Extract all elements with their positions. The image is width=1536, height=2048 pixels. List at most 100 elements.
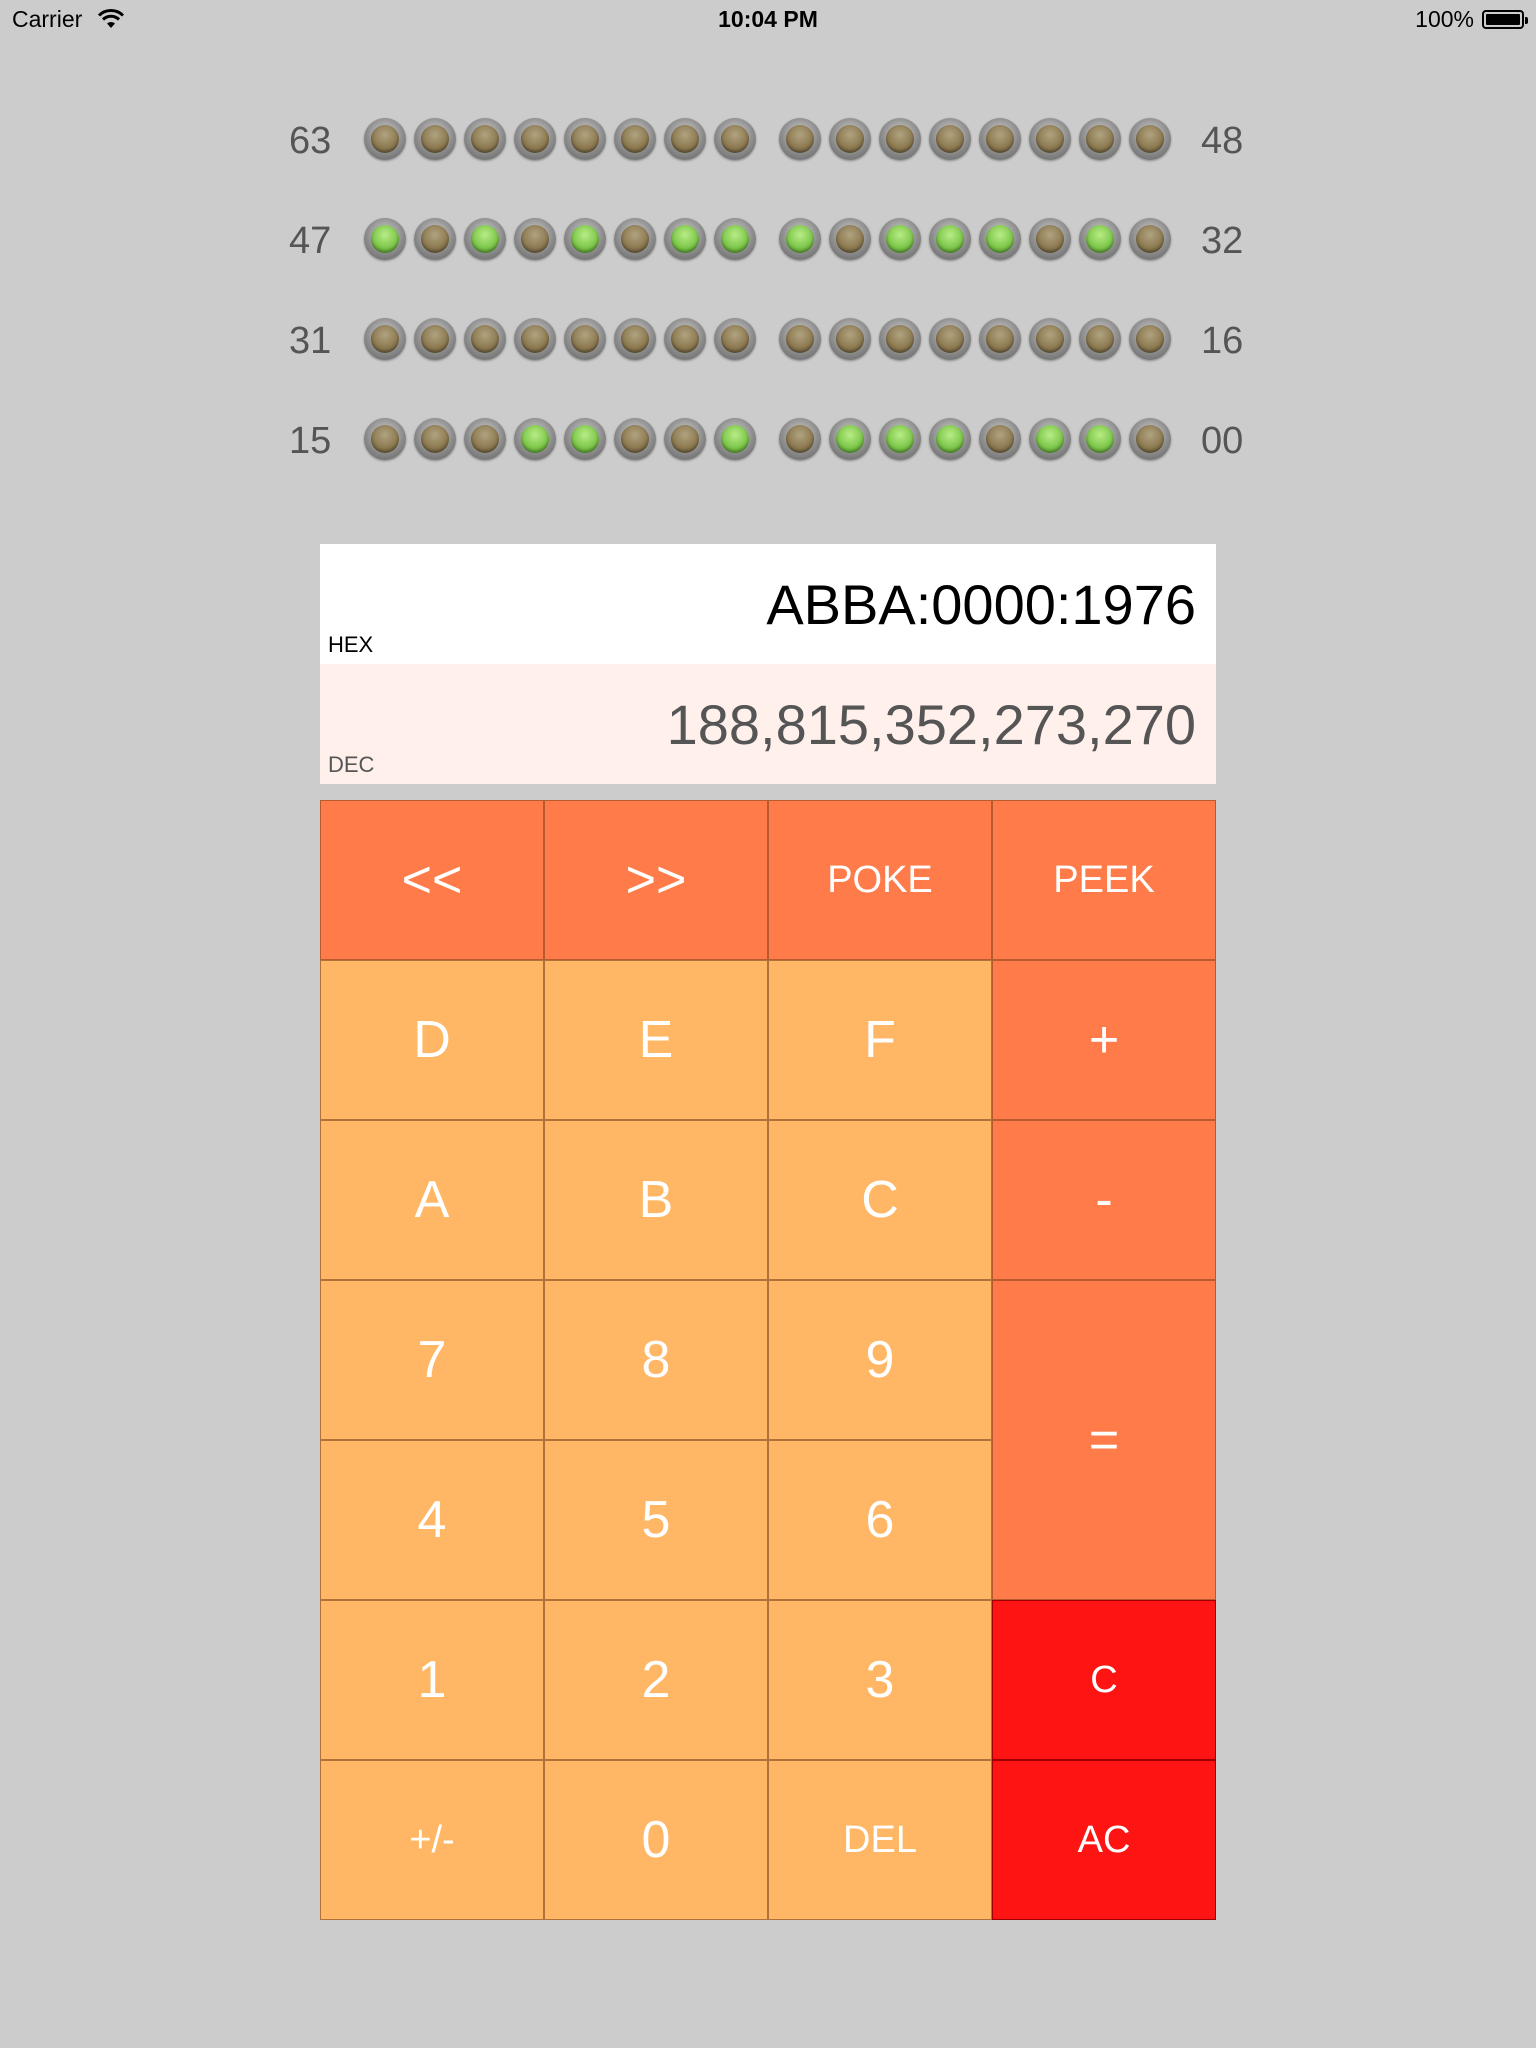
dec-label: DEC: [328, 752, 375, 777]
bit-led[interactable]: [564, 118, 606, 160]
bit-led[interactable]: [1029, 218, 1071, 260]
key-e-button[interactable]: E: [544, 960, 768, 1120]
bit-led[interactable]: [929, 418, 971, 460]
bit-led[interactable]: [829, 318, 871, 360]
led-row: 31 16: [0, 318, 1536, 362]
bit-led[interactable]: [364, 418, 406, 460]
bit-led[interactable]: [779, 418, 821, 460]
bit-led[interactable]: [879, 418, 921, 460]
bit-led[interactable]: [979, 218, 1021, 260]
bit-led[interactable]: [929, 218, 971, 260]
dec-value: 188,815,352,273,270: [666, 693, 1196, 756]
key-1-button[interactable]: 1: [320, 1600, 544, 1760]
key-2-button[interactable]: 2: [544, 1600, 768, 1760]
shift-left-button[interactable]: <<: [320, 800, 544, 960]
bit-led[interactable]: [614, 318, 656, 360]
bit-led[interactable]: [414, 218, 456, 260]
bit-led[interactable]: [929, 318, 971, 360]
bit-led[interactable]: [1129, 318, 1171, 360]
key-6-button[interactable]: 6: [768, 1440, 992, 1600]
bit-led[interactable]: [364, 218, 406, 260]
bit-led[interactable]: [514, 218, 556, 260]
bit-led[interactable]: [714, 318, 756, 360]
battery-icon: [1482, 10, 1528, 29]
bit-led[interactable]: [1129, 418, 1171, 460]
key-0-button[interactable]: 0: [544, 1760, 768, 1920]
bit-led[interactable]: [664, 318, 706, 360]
key-5-button[interactable]: 5: [544, 1440, 768, 1600]
bit-led[interactable]: [829, 218, 871, 260]
minus-button[interactable]: -: [992, 1120, 1216, 1280]
key-f-button[interactable]: F: [768, 960, 992, 1120]
bit-led[interactable]: [929, 118, 971, 160]
bit-led[interactable]: [1029, 118, 1071, 160]
led-row: 47 32: [0, 218, 1536, 262]
key-c-button[interactable]: C: [768, 1120, 992, 1280]
bit-led[interactable]: [1129, 218, 1171, 260]
key-4-button[interactable]: 4: [320, 1440, 544, 1600]
bit-led[interactable]: [1079, 118, 1121, 160]
equals-button[interactable]: =: [992, 1280, 1216, 1600]
bit-led[interactable]: [614, 218, 656, 260]
key-9-button[interactable]: 9: [768, 1280, 992, 1440]
bit-led[interactable]: [1079, 418, 1121, 460]
bit-led[interactable]: [464, 218, 506, 260]
key-3-button[interactable]: 3: [768, 1600, 992, 1760]
bit-led[interactable]: [714, 418, 756, 460]
bit-led[interactable]: [779, 118, 821, 160]
bit-led[interactable]: [1129, 118, 1171, 160]
bit-led[interactable]: [829, 118, 871, 160]
bit-led[interactable]: [879, 118, 921, 160]
bit-led[interactable]: [614, 418, 656, 460]
shift-right-button[interactable]: >>: [544, 800, 768, 960]
led-row-high-bit-label: 31: [289, 320, 332, 362]
key-8-button[interactable]: 8: [544, 1280, 768, 1440]
delete-button[interactable]: DEL: [768, 1760, 992, 1920]
bit-led[interactable]: [714, 118, 756, 160]
bit-led[interactable]: [879, 218, 921, 260]
bit-led[interactable]: [564, 218, 606, 260]
peek-button[interactable]: PEEK: [992, 800, 1216, 960]
bit-led[interactable]: [564, 418, 606, 460]
bit-led[interactable]: [414, 118, 456, 160]
bit-led[interactable]: [364, 118, 406, 160]
led-row: 15 00: [0, 418, 1536, 462]
bit-led[interactable]: [664, 218, 706, 260]
key-7-button[interactable]: 7: [320, 1280, 544, 1440]
bit-led[interactable]: [614, 118, 656, 160]
bit-led[interactable]: [464, 418, 506, 460]
led-row-high-bit-label: 63: [289, 120, 332, 162]
bit-led[interactable]: [979, 118, 1021, 160]
bit-led[interactable]: [879, 318, 921, 360]
key-a-button[interactable]: A: [320, 1120, 544, 1280]
bit-led[interactable]: [664, 418, 706, 460]
bit-led[interactable]: [714, 218, 756, 260]
clear-button[interactable]: C: [992, 1600, 1216, 1760]
bit-led[interactable]: [1079, 218, 1121, 260]
bit-led[interactable]: [779, 318, 821, 360]
bit-led[interactable]: [514, 418, 556, 460]
bit-led[interactable]: [664, 118, 706, 160]
bit-led[interactable]: [1079, 318, 1121, 360]
key-d-button[interactable]: D: [320, 960, 544, 1120]
bit-led[interactable]: [414, 318, 456, 360]
bit-led[interactable]: [464, 118, 506, 160]
bit-led[interactable]: [829, 418, 871, 460]
bit-led[interactable]: [564, 318, 606, 360]
bit-led[interactable]: [514, 318, 556, 360]
negate-button[interactable]: +/-: [320, 1760, 544, 1920]
plus-button[interactable]: +: [992, 960, 1216, 1120]
hex-display: ABBA:0000:1976 HEX: [320, 544, 1216, 664]
bit-led[interactable]: [514, 118, 556, 160]
bit-led[interactable]: [464, 318, 506, 360]
bit-led[interactable]: [1029, 418, 1071, 460]
bit-led[interactable]: [979, 418, 1021, 460]
poke-button[interactable]: POKE: [768, 800, 992, 960]
all-clear-button[interactable]: AC: [992, 1760, 1216, 1920]
bit-led[interactable]: [1029, 318, 1071, 360]
bit-led[interactable]: [364, 318, 406, 360]
key-b-button[interactable]: B: [544, 1120, 768, 1280]
bit-led[interactable]: [414, 418, 456, 460]
bit-led[interactable]: [779, 218, 821, 260]
bit-led[interactable]: [979, 318, 1021, 360]
